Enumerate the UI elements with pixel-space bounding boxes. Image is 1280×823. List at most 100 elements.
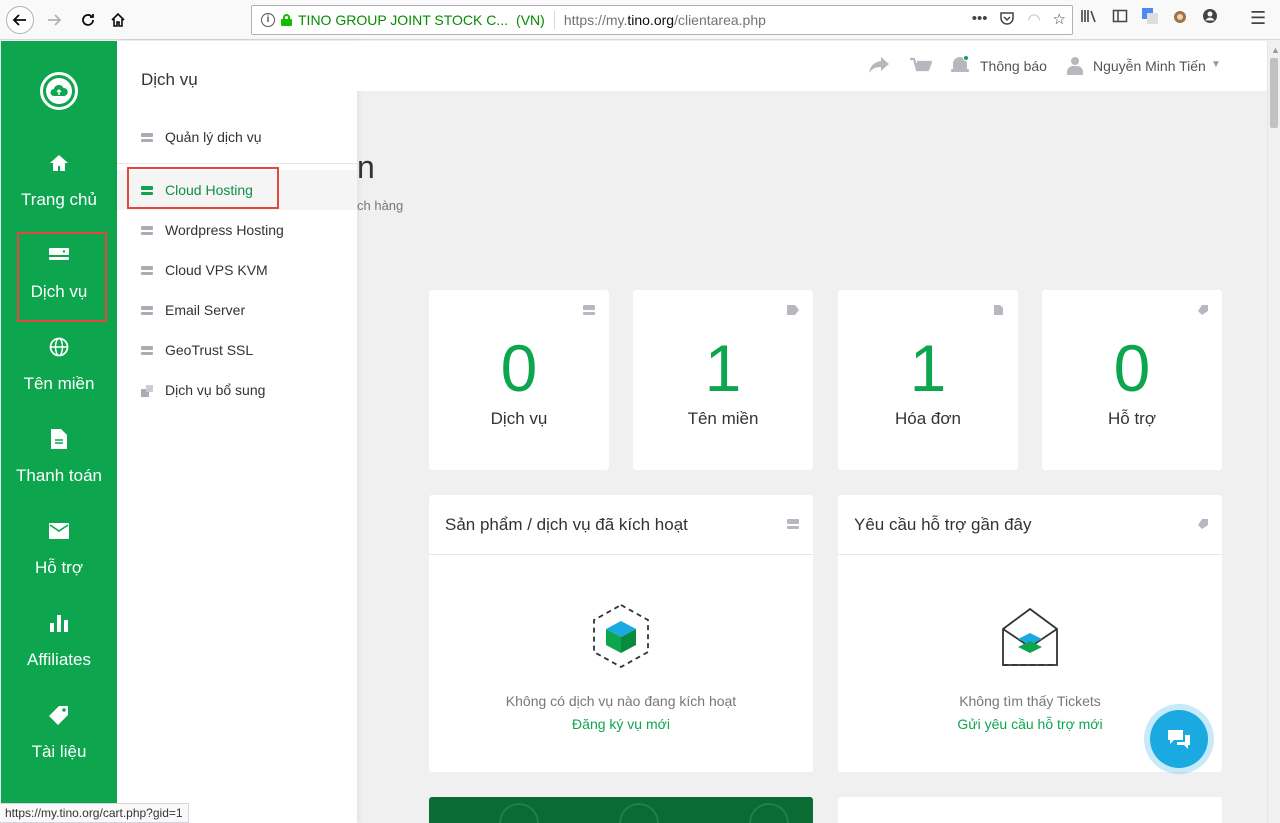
scroll-thumb[interactable]	[1270, 58, 1278, 128]
user-icon[interactable]	[1066, 57, 1084, 77]
flyout-item-addon-services[interactable]: Dịch vụ bổ sung	[117, 370, 357, 410]
divider	[117, 163, 357, 164]
url-actions: ••• ◠ ☆	[972, 10, 1066, 30]
flyout-item-label: Quản lý dịch vụ	[165, 129, 262, 145]
page-scrollbar[interactable]: ▲	[1267, 41, 1280, 823]
stat-card-support[interactable]: 0 Hỗ trợ	[1042, 290, 1222, 470]
arrow-left-icon	[12, 14, 26, 26]
services-flyout-menu: Dịch vụ Quản lý dịch vụ Cloud Hosting Wo…	[117, 41, 357, 823]
sidebar-item-domains[interactable]: Tên miền	[1, 323, 117, 415]
flyout-item-email-server[interactable]: Email Server	[117, 290, 357, 330]
back-button[interactable]	[6, 6, 34, 34]
library-icon[interactable]	[1080, 8, 1098, 29]
home-icon	[49, 152, 69, 174]
url-bar[interactable]: i TINO GROUP JOINT STOCK C... (VN) https…	[251, 5, 1073, 35]
sidebar-item-billing[interactable]: Thanh toán	[1, 415, 117, 507]
stat-value: 1	[909, 331, 947, 405]
sidebar-item-affiliates[interactable]: Affiliates	[1, 599, 117, 691]
server-icon	[141, 305, 153, 315]
stat-label: Hóa đơn	[895, 409, 961, 428]
hamburger-menu-icon[interactable]: ☰	[1250, 8, 1266, 29]
panel-header: Yêu cầu hỗ trợ gần đây	[838, 495, 1222, 555]
notification-dot	[963, 55, 969, 61]
tag-icon	[787, 305, 799, 315]
browser-toolbar: i TINO GROUP JOINT STOCK C... (VN) https…	[0, 0, 1280, 40]
scroll-up-icon[interactable]: ▲	[1271, 45, 1280, 55]
user-menu[interactable]: Nguyễn Minh Tiến	[1093, 58, 1206, 74]
bar-chart-icon	[49, 612, 69, 634]
account-icon[interactable]	[1202, 8, 1218, 29]
addon-icon	[141, 384, 153, 397]
share-icon[interactable]	[869, 57, 889, 78]
stat-label: Dịch vụ	[490, 409, 548, 428]
flyout-title: Dịch vụ	[141, 70, 198, 89]
empty-state-text: Không có dịch vụ nào đang kích hoạt	[505, 693, 737, 709]
reader-icon[interactable]: ◠	[1027, 10, 1040, 30]
active-services-panel: Sản phẩm / dịch vụ đã kích hoạt Không có…	[429, 495, 813, 772]
notifications-link[interactable]: Thông báo	[980, 58, 1047, 74]
register-service-link[interactable]: Đăng ký vụ mới	[429, 716, 813, 732]
caret-down-icon[interactable]: ▼	[1211, 59, 1221, 70]
news-card	[838, 797, 1222, 823]
flyout-item-label: Cloud VPS KVM	[165, 262, 268, 278]
sidebar-item-label: Thanh toán	[15, 466, 102, 485]
sidebar-item-home[interactable]: Trang chủ	[1, 139, 117, 231]
sidebar-item-label: Affiliates	[27, 650, 91, 669]
globe-icon	[49, 336, 69, 358]
live-chat-button[interactable]	[1144, 704, 1214, 774]
flyout-item-manage-services[interactable]: Quản lý dịch vụ	[117, 117, 357, 157]
stat-value: 0	[500, 331, 538, 405]
stat-card-services[interactable]: 0 Dịch vụ	[429, 290, 609, 470]
server-icon	[141, 345, 153, 355]
sidebar-item-docs[interactable]: Tài liệu	[1, 691, 117, 783]
pocket-icon[interactable]	[999, 10, 1015, 30]
extension-icon[interactable]	[1172, 8, 1188, 29]
flyout-item-geotrust-ssl[interactable]: GeoTrust SSL	[117, 330, 357, 370]
stat-value: 1	[704, 331, 742, 405]
reload-icon	[82, 14, 94, 26]
bookmark-star-icon[interactable]: ☆	[1053, 10, 1066, 30]
flyout-item-label: Wordpress Hosting	[165, 222, 284, 238]
cloud-upload-icon[interactable]	[40, 72, 78, 110]
stat-card-domains[interactable]: 1 Tên miền	[633, 290, 813, 470]
chat-icon	[1168, 730, 1190, 749]
cart-icon[interactable]	[910, 57, 933, 80]
site-country: (VN)	[516, 12, 545, 28]
more-icon[interactable]: •••	[972, 10, 988, 30]
envelope-icon	[49, 520, 69, 542]
ticket-icon	[1198, 519, 1208, 529]
home-button[interactable]	[104, 6, 132, 34]
sidebar-item-label: Trang chủ	[21, 190, 97, 209]
url-separator	[553, 11, 555, 29]
arrow-right-icon	[48, 14, 62, 26]
server-icon	[141, 225, 153, 235]
translate-icon[interactable]	[1142, 8, 1158, 29]
document-icon	[994, 305, 1003, 315]
empty-envelope-icon	[1002, 607, 1058, 666]
sidebar-item-support[interactable]: Hỗ trợ	[1, 507, 117, 599]
flyout-item-wordpress-hosting[interactable]: Wordpress Hosting	[117, 210, 357, 250]
sidebar-toggle-icon[interactable]	[1112, 8, 1128, 29]
tag-icon	[49, 704, 69, 726]
flyout-item-cloud-vps-kvm[interactable]: Cloud VPS KVM	[117, 250, 357, 290]
flyout-item-label: Dịch vụ bổ sung	[165, 382, 266, 398]
top-header: Thông báo Nguyễn Minh Tiến ▼	[357, 41, 1267, 91]
empty-box-icon	[593, 603, 649, 669]
flyout-item-label: Email Server	[165, 302, 246, 318]
info-icon[interactable]: i	[261, 13, 275, 27]
ticket-icon	[1198, 305, 1208, 315]
forward-button[interactable]	[40, 6, 68, 34]
url-text: https://my.tino.org/clientarea.php	[563, 12, 766, 28]
reload-button[interactable]	[74, 6, 102, 34]
lock-icon	[281, 14, 292, 26]
sidebar-item-label: Tên miền	[23, 374, 95, 393]
stat-card-invoices[interactable]: 1 Hóa đơn	[838, 290, 1018, 470]
stat-label: Hỗ trợ	[1108, 409, 1156, 428]
stat-value: 0	[1113, 331, 1151, 405]
highlight-services	[17, 232, 107, 322]
bell-icon[interactable]	[951, 55, 969, 75]
status-bar-url: https://my.tino.org/cart.php?gid=1	[0, 803, 189, 823]
panel-title: Yêu cầu hỗ trợ gần đây	[854, 514, 1032, 534]
sidebar-item-label: Tài liệu	[31, 742, 87, 761]
page-title: n	[357, 149, 375, 185]
